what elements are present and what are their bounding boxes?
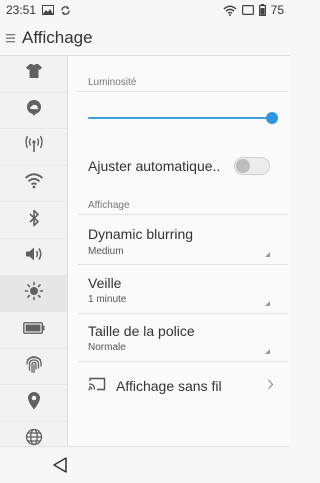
- fingerprint-icon: [25, 354, 43, 379]
- font-size-title: Taille de la police: [88, 323, 195, 339]
- divider: [78, 313, 288, 314]
- toggle-knob: [236, 159, 250, 173]
- brightness-icon: [24, 281, 44, 306]
- status-time: 23:51: [6, 3, 37, 17]
- sidebar-item-location[interactable]: [0, 385, 67, 422]
- chevron-right-icon: [267, 377, 274, 395]
- dropdown-arrow-icon: [265, 252, 270, 257]
- dynamic-blurring-value: Medium: [88, 246, 124, 257]
- divider: [78, 361, 288, 362]
- sleep-title: Veille: [88, 275, 122, 291]
- back-triangle-icon[interactable]: [52, 456, 68, 479]
- brightness-label: Luminosité: [88, 77, 137, 88]
- dropdown-arrow-icon: [265, 349, 270, 354]
- auto-adjust-toggle[interactable]: [234, 157, 270, 175]
- settings-panel: Luminosité Ajuster automatique.. Afficha…: [68, 56, 290, 446]
- sleep-value: 1 minute: [88, 294, 127, 305]
- image-icon: [42, 5, 55, 15]
- sidebar-item-sound[interactable]: [0, 239, 67, 276]
- app-bar: Affichage: [0, 20, 290, 56]
- battery-level: 75: [270, 3, 284, 17]
- sidebar: [0, 56, 68, 459]
- wifi-icon: [223, 5, 237, 16]
- divider: [78, 264, 288, 265]
- sync-icon: [60, 5, 71, 16]
- battery-icon: [258, 4, 266, 16]
- sidebar-item-personalization[interactable]: [0, 56, 67, 93]
- battery-icon: [22, 321, 45, 339]
- display-section-label: Affichage: [88, 200, 130, 211]
- status-bar: 23:51 75: [0, 0, 290, 20]
- dropdown-arrow-icon: [265, 301, 270, 306]
- cloud-pin-icon: [25, 99, 43, 122]
- sidebar-item-wifi[interactable]: [0, 166, 67, 203]
- sidebar-item-battery[interactable]: [0, 312, 67, 349]
- divider: [78, 214, 288, 215]
- navigation-bar: [0, 446, 290, 483]
- tshirt-icon: [25, 63, 43, 84]
- sidebar-item-cloud[interactable]: [0, 93, 67, 130]
- font-size-value: Normale: [88, 342, 126, 353]
- sidebar-item-bluetooth[interactable]: [0, 202, 67, 239]
- hotspot-icon: [24, 135, 44, 158]
- wireless-display-label: Affichage sans fil: [116, 378, 222, 394]
- brightness-slider-thumb[interactable]: [266, 112, 278, 124]
- location-icon: [27, 391, 41, 415]
- wireless-display-row[interactable]: Affichage sans fil: [88, 376, 274, 396]
- hamburger-icon[interactable]: [6, 33, 20, 43]
- speaker-icon: [24, 246, 44, 267]
- brightness-slider-track[interactable]: [88, 117, 272, 119]
- bluetooth-icon: [28, 209, 40, 232]
- dynamic-blurring-title: Dynamic blurring: [88, 226, 194, 242]
- cast-icon: [88, 377, 106, 396]
- auto-adjust-label: Ajuster automatique..: [88, 158, 221, 174]
- brightness-slider[interactable]: [88, 112, 278, 124]
- sidebar-item-display[interactable]: [0, 275, 67, 313]
- page-title: Affichage: [22, 27, 93, 47]
- wifi-icon: [24, 173, 44, 194]
- sidebar-item-hotspot[interactable]: [0, 129, 67, 166]
- screen-icon: [241, 5, 254, 15]
- sidebar-item-fingerprint[interactable]: [0, 349, 67, 386]
- divider: [78, 91, 288, 92]
